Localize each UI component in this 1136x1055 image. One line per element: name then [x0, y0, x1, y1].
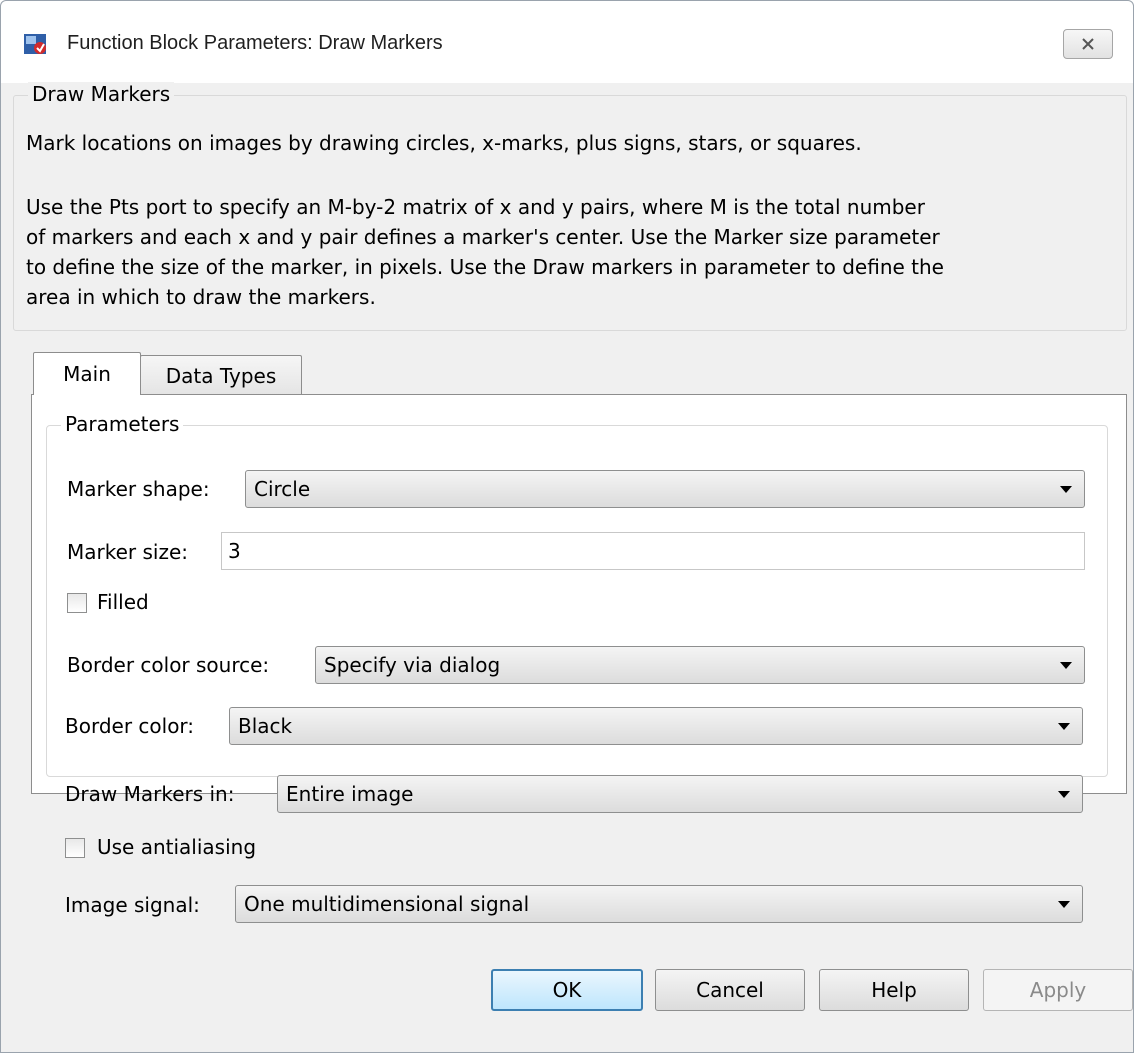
- tab-main[interactable]: Main: [33, 352, 141, 395]
- chevron-down-icon: [1058, 901, 1070, 908]
- border-color-source-label: Border color source:: [67, 653, 270, 677]
- marker-size-field[interactable]: [221, 532, 1085, 570]
- parameters-group-title: Parameters: [61, 412, 184, 436]
- description-detail-line-3: to define the size of the marker, in pix…: [26, 255, 944, 279]
- help-button[interactable]: Help: [819, 969, 969, 1011]
- use-antialiasing-label: Use antialiasing: [97, 835, 257, 859]
- border-color-dropdown[interactable]: Black: [229, 707, 1083, 745]
- marker-shape-value: Circle: [254, 477, 311, 501]
- image-signal-value: One multidimensional signal: [244, 892, 530, 916]
- description-detail-line-4: area in which to draw the markers.: [26, 285, 376, 309]
- border-color-source-value: Specify via dialog: [324, 653, 501, 677]
- draw-markers-in-dropdown[interactable]: Entire image: [277, 775, 1083, 813]
- simulink-block-icon: [24, 34, 46, 54]
- draw-markers-in-value: Entire image: [286, 782, 414, 806]
- description-detail-line-2: of markers and each x and y pair defines…: [26, 225, 940, 249]
- chevron-down-icon: [1060, 662, 1072, 669]
- border-color-label: Border color:: [65, 714, 195, 738]
- apply-button[interactable]: Apply: [983, 969, 1133, 1011]
- window-title: Function Block Parameters: Draw Markers: [67, 32, 443, 54]
- border-color-value: Black: [238, 714, 293, 738]
- border-color-source-dropdown[interactable]: Specify via dialog: [315, 646, 1085, 684]
- image-signal-dropdown[interactable]: One multidimensional signal: [235, 885, 1083, 923]
- dialog-window: Function Block Parameters: Draw Markers …: [0, 0, 1134, 1053]
- draw-markers-in-label: Draw Markers in:: [65, 782, 235, 806]
- marker-shape-label: Marker shape:: [67, 477, 210, 501]
- description-group: Draw Markers Mark locations on images by…: [13, 82, 1127, 331]
- ok-button[interactable]: OK: [491, 969, 643, 1011]
- description-summary: Mark locations on images by drawing circ…: [26, 131, 862, 155]
- marker-size-label: Marker size:: [67, 540, 189, 564]
- description-group-title: Draw Markers: [28, 82, 175, 106]
- image-signal-label: Image signal:: [65, 893, 200, 917]
- filled-label: Filled: [97, 590, 149, 614]
- use-antialiasing-checkbox[interactable]: [65, 838, 85, 858]
- chevron-down-icon: [1060, 486, 1072, 493]
- filled-checkbox[interactable]: [67, 593, 87, 613]
- tab-data-types[interactable]: Data Types: [140, 355, 302, 395]
- chevron-down-icon: [1058, 791, 1070, 798]
- description-detail-line-1: Use the Pts port to specify an M-by-2 ma…: [26, 195, 925, 219]
- close-button[interactable]: [1063, 29, 1113, 59]
- marker-shape-dropdown[interactable]: Circle: [245, 470, 1085, 508]
- title-bar: Function Block Parameters: Draw Markers: [1, 1, 1133, 83]
- chevron-down-icon: [1058, 723, 1070, 730]
- close-icon: [1082, 38, 1094, 50]
- cancel-button[interactable]: Cancel: [655, 969, 805, 1011]
